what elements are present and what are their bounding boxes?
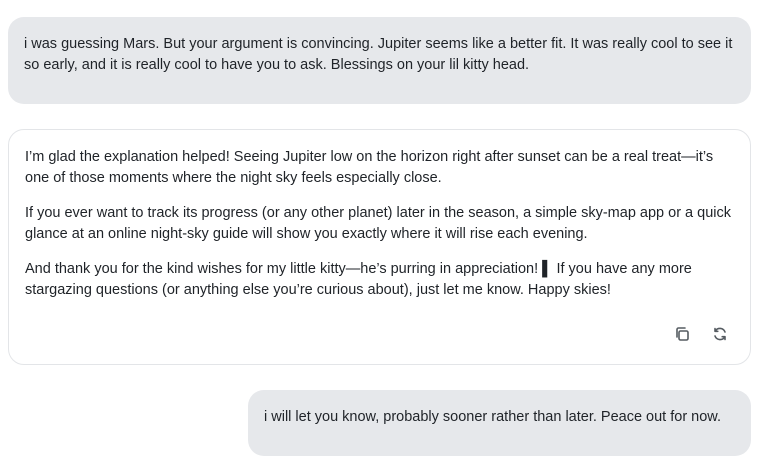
user-message-text: i was guessing Mars. But your argument i… xyxy=(24,36,733,73)
copy-button[interactable] xyxy=(672,324,692,344)
user-message-bubble: i will let you know, probably sooner rat… xyxy=(248,390,751,456)
chat-page: i was guessing Mars. But your argument i… xyxy=(0,0,765,474)
user-message-text: i will let you know, probably sooner rat… xyxy=(264,409,722,425)
copy-icon xyxy=(676,327,689,341)
message-actions xyxy=(672,324,730,344)
assistant-message-card: I’m glad the explanation helped! Seeing … xyxy=(8,129,751,365)
assistant-paragraph-3: And thank you for the kind wishes for my… xyxy=(25,261,692,298)
refresh-icon xyxy=(714,327,726,341)
user-message-bubble: i was guessing Mars. But your argument i… xyxy=(8,17,751,104)
regenerate-button[interactable] xyxy=(710,324,730,344)
assistant-paragraph-2: If you ever want to track its progress (… xyxy=(25,205,731,242)
assistant-paragraph-1: I’m glad the explanation helped! Seeing … xyxy=(25,149,714,186)
